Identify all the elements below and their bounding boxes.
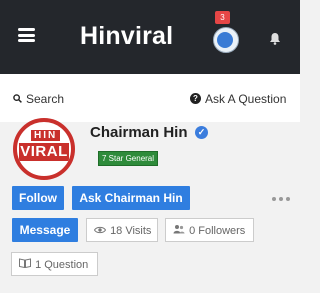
book-icon	[18, 254, 32, 278]
avatar-logo-text-top: HIN	[31, 130, 61, 141]
verified-icon: ✓	[195, 126, 208, 139]
users-icon	[172, 220, 186, 244]
followers-stat[interactable]: 0 Followers	[165, 218, 254, 242]
user-avatar[interactable]	[213, 27, 239, 53]
rank-badge: 7 Star General	[98, 151, 159, 166]
questions-stat[interactable]: 1 Question	[11, 252, 98, 276]
profile-name: Chairman Hin	[90, 124, 188, 141]
bell-icon[interactable]	[269, 32, 281, 45]
eye-icon	[93, 220, 107, 244]
ask-user-button[interactable]: Ask Chairman Hin	[72, 186, 190, 210]
question-icon: ?	[190, 93, 201, 104]
search-link[interactable]: Search	[26, 92, 64, 106]
visits-stat: 18 Visits	[86, 218, 158, 242]
profile-avatar[interactable]: HIN VIRAL	[13, 118, 75, 180]
ask-question-link[interactable]: Ask A Question	[205, 92, 286, 106]
notification-badge: 3	[215, 11, 230, 24]
follow-button[interactable]: Follow	[12, 186, 64, 210]
site-logo[interactable]: Hinviral	[80, 22, 173, 51]
menu-icon[interactable]	[18, 28, 35, 42]
more-options-icon[interactable]	[272, 197, 290, 201]
questions-count: 1 Question	[35, 259, 89, 271]
followers-count: 0 Followers	[189, 225, 246, 237]
message-button[interactable]: Message	[12, 218, 78, 242]
visits-count: 18 Visits	[110, 225, 152, 237]
globe-icon	[217, 32, 233, 48]
avatar-logo-text-bottom: VIRAL	[19, 143, 69, 161]
search-icon[interactable]	[13, 94, 22, 103]
